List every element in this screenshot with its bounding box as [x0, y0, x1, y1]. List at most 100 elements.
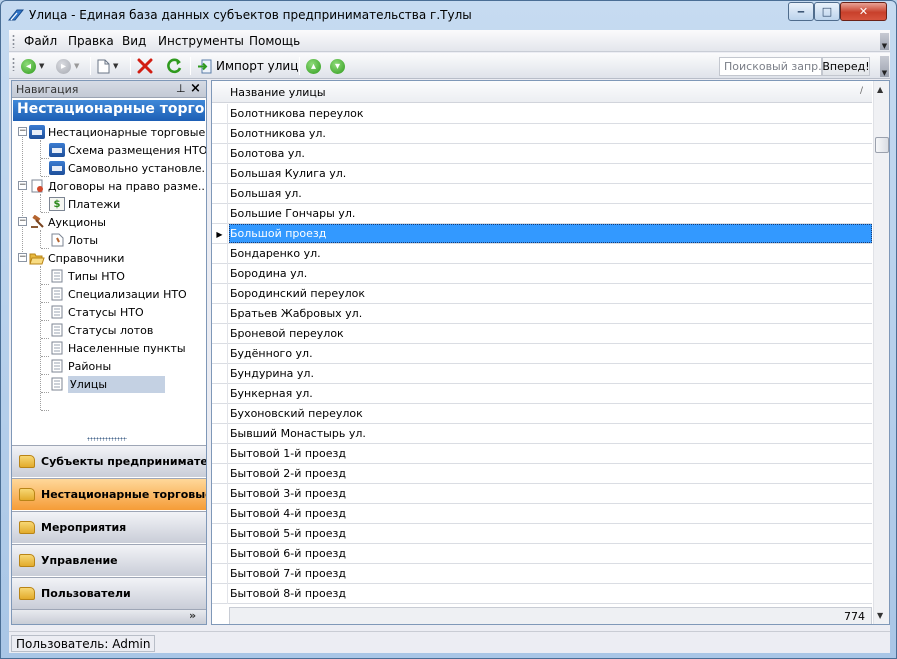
title-bar[interactable]: Улица - Единая база данных субъектов пре…	[1, 1, 896, 29]
cell-street-name[interactable]: Бытовой 6-й проезд	[230, 547, 346, 560]
cell-street-name[interactable]: Братьев Жабровых ул.	[230, 307, 362, 320]
tree-item-auctions[interactable]: Аукционы	[29, 213, 106, 231]
table-row[interactable]: Бытовой 5-й проезд	[212, 524, 872, 544]
cell-street-name[interactable]: Бондаренко ул.	[230, 247, 321, 260]
table-row[interactable]: Бородинский переулок	[212, 284, 872, 304]
cell-street-name[interactable]: Бытовой 4-й проезд	[230, 507, 346, 520]
row-indicator[interactable]	[212, 504, 228, 524]
row-indicator[interactable]	[212, 344, 228, 364]
cell-street-name[interactable]: Будённого ул.	[230, 347, 313, 360]
collapse-toggle-icon[interactable]: −	[18, 217, 27, 226]
move-up-button[interactable]: ▴	[306, 57, 321, 75]
cell-street-name[interactable]: Бывший Монастырь ул.	[230, 427, 366, 440]
search-input[interactable]: Поисковый запр...	[719, 57, 822, 76]
cell-street-name[interactable]: Бытовой 8-й проезд	[230, 587, 346, 600]
row-indicator[interactable]	[212, 544, 228, 564]
row-indicator[interactable]	[212, 564, 228, 584]
table-row[interactable]: Бухоновский переулок	[212, 404, 872, 424]
move-down-button[interactable]: ▾	[330, 57, 345, 75]
cell-street-name[interactable]: Большие Гончары ул.	[230, 207, 355, 220]
row-indicator[interactable]	[212, 584, 228, 604]
section-button-users[interactable]: Пользователи	[12, 577, 206, 609]
row-indicator[interactable]	[212, 404, 228, 424]
table-row[interactable]: Броневой переулок	[212, 324, 872, 344]
section-button-management[interactable]: Управление	[12, 544, 206, 576]
table-row[interactable]: Бытовой 1-й проезд	[212, 444, 872, 464]
close-panel-icon[interactable]: ×	[190, 81, 201, 96]
table-row[interactable]: Бытовой 2-й проезд	[212, 464, 872, 484]
table-row[interactable]: Болотникова переулок	[212, 104, 872, 124]
collapse-toggle-icon[interactable]: −	[18, 253, 27, 262]
tree-item-payments[interactable]: $ Платежи	[49, 195, 120, 213]
menu-grip-icon[interactable]	[12, 34, 15, 48]
cell-street-name[interactable]: Бункерная ул.	[230, 387, 313, 400]
splitter-grip-icon[interactable]	[87, 437, 127, 441]
search-go-button[interactable]: Вперед!	[822, 57, 870, 76]
tree-item-lot-statuses[interactable]: Статусы лотов	[49, 321, 153, 339]
tree-item-settlements[interactable]: Населенные пункты	[49, 339, 186, 357]
section-button-events[interactable]: Мероприятия	[12, 511, 206, 543]
pin-icon[interactable]: ⊥	[176, 82, 186, 95]
table-row[interactable]: Бондаренко ул.	[212, 244, 872, 264]
tree-item-contracts[interactable]: Договоры на право разме...	[29, 177, 206, 195]
menu-view[interactable]: Вид	[122, 34, 146, 48]
dropdown-arrow-icon[interactable]: ▼	[74, 62, 79, 70]
tree-item-references[interactable]: Справочники	[29, 249, 124, 267]
row-indicator[interactable]	[212, 264, 228, 284]
table-row[interactable]: Бытовой 8-й проезд	[212, 584, 872, 604]
row-indicator[interactable]	[212, 144, 228, 164]
table-row[interactable]: Бородина ул.	[212, 264, 872, 284]
row-indicator[interactable]	[212, 124, 228, 144]
row-indicator[interactable]	[212, 184, 228, 204]
menu-edit[interactable]: Правка	[68, 34, 114, 48]
menu-help[interactable]: Помощь	[249, 34, 300, 48]
table-row[interactable]: Бывший Монастырь ул.	[212, 424, 872, 444]
dropdown-arrow-icon[interactable]: ▼	[39, 62, 44, 70]
table-row[interactable]: Будённого ул.	[212, 344, 872, 364]
table-row-selected[interactable]: ▶ Большой проезд	[212, 224, 872, 244]
collapse-toggle-icon[interactable]: −	[18, 127, 27, 136]
back-button[interactable]: ◂ ▼	[21, 57, 44, 75]
toolbar-grip-icon[interactable]	[12, 57, 15, 71]
close-button[interactable]: ✕	[840, 2, 887, 21]
delete-button[interactable]	[137, 57, 153, 75]
row-indicator[interactable]	[212, 424, 228, 444]
section-button-nto[interactable]: Нестационарные торговые	[12, 478, 206, 510]
menu-tools[interactable]: Инструменты	[158, 34, 244, 48]
table-row[interactable]: Бытовой 6-й проезд	[212, 544, 872, 564]
cell-street-name[interactable]: Бундурина ул.	[230, 367, 314, 380]
table-row[interactable]: Бытовой 4-й проезд	[212, 504, 872, 524]
collapse-toggle-icon[interactable]: −	[18, 181, 27, 190]
row-indicator[interactable]	[212, 304, 228, 324]
cell-street-name[interactable]: Бытовой 3-й проезд	[230, 487, 346, 500]
row-indicator[interactable]	[212, 364, 228, 384]
tree-item-nto-types[interactable]: Типы НТО	[49, 267, 125, 285]
table-row[interactable]: Болотова ул.	[212, 144, 872, 164]
table-row[interactable]: Болотникова ул.	[212, 124, 872, 144]
row-indicator[interactable]	[212, 464, 228, 484]
row-indicator[interactable]	[212, 384, 228, 404]
table-row[interactable]: Братьев Жабровых ул.	[212, 304, 872, 324]
cell-street-name[interactable]: Бородина ул.	[230, 267, 307, 280]
scroll-down-icon[interactable]: ▼	[877, 611, 883, 620]
tree-item-nto[interactable]: Нестационарные торговые...	[29, 123, 206, 141]
tree-item-nto-specializations[interactable]: Специализации НТО	[49, 285, 187, 303]
chevron-double-right-icon[interactable]: »	[189, 609, 196, 622]
cell-street-name[interactable]: Броневой переулок	[230, 327, 344, 340]
forward-button[interactable]: ▸ ▼	[56, 57, 79, 75]
scrollbar-thumb[interactable]	[875, 137, 889, 153]
cell-street-name[interactable]: Бытовой 2-й проезд	[230, 467, 346, 480]
row-indicator[interactable]	[212, 444, 228, 464]
dropdown-arrow-icon[interactable]: ▼	[113, 62, 118, 70]
cell-street-name[interactable]: Большая ул.	[230, 187, 302, 200]
table-row[interactable]: Бундурина ул.	[212, 364, 872, 384]
row-indicator[interactable]	[212, 324, 228, 344]
table-row[interactable]: Бытовой 7-й проезд	[212, 564, 872, 584]
toolbar-overflow-button[interactable]: ▼	[880, 56, 889, 77]
tree-item-streets[interactable]: Улицы	[49, 375, 166, 393]
row-indicator[interactable]	[212, 164, 228, 184]
new-document-button[interactable]: ▼	[97, 57, 118, 75]
table-row[interactable]: Бункерная ул.	[212, 384, 872, 404]
table-row[interactable]: Бытовой 3-й проезд	[212, 484, 872, 504]
row-indicator[interactable]	[212, 204, 228, 224]
